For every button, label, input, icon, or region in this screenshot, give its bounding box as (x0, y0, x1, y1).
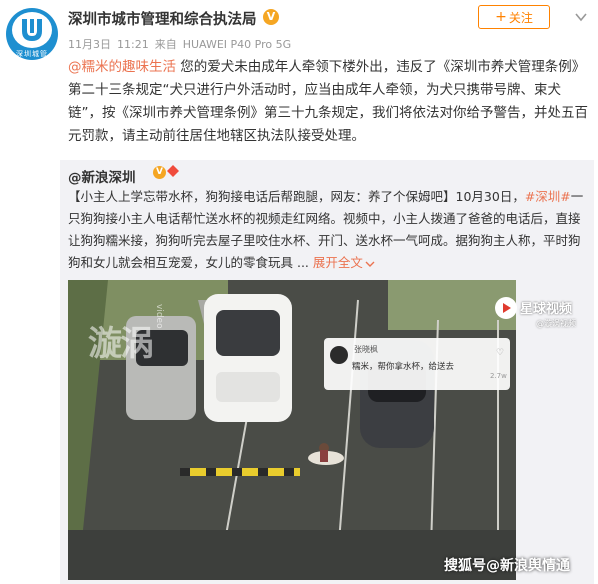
verified-icon: V (263, 9, 279, 25)
post-device[interactable]: HUAWEI P40 Pro 5G (183, 38, 291, 51)
chevron-down-icon[interactable] (574, 10, 588, 24)
post-time: 11:21 (117, 38, 149, 51)
video-player[interactable]: 漩涡 video 张晓枫 糯米，帮你拿水杯，给送去 ♡ 2.7w (68, 280, 516, 580)
plus-icon: + (495, 9, 507, 25)
repost-text: 【小主人上学忘带水杯，狗狗接电话后帮跑腿，网友：养了个保姆吧】10月30日，#深… (68, 186, 588, 274)
post-body: @糯米的趣味生活 您的爱犬未由成年人牵领下楼外出，违反了《深圳市养犬管理条例》第… (68, 56, 594, 148)
post-header: 深圳城管 深圳市城市管理和综合执法局 V 11月3日 11:21 来自 HUAWEI … (0, 0, 598, 60)
post-mention-link[interactable]: @糯米的趣味生活 (68, 59, 176, 75)
post-meta: 11月3日 11:21 来自 HUAWEI P40 Pro 5G (68, 36, 297, 52)
video-brand-title: 星球视频 (520, 302, 573, 317)
account-avatar[interactable]: 深圳城管 (6, 8, 58, 60)
avatar-tag: 深圳城管 (16, 50, 48, 58)
chevron-down-icon[interactable] (365, 259, 375, 269)
call-overlay: 张晓枫 糯米，帮你拿水杯，给送去 ♡ 2.7w (324, 338, 510, 390)
caller-avatar (330, 346, 348, 364)
repost-headline: 【小主人上学忘带水杯，狗狗接电话后帮跑腿，网友：养了个保姆吧】 (68, 189, 456, 204)
follow-label: 关注 (508, 10, 533, 25)
repost-date: 10月30日， (455, 189, 525, 204)
xuanwo-watermark-sub: video (154, 304, 164, 329)
account-name[interactable]: 深圳市城市管理和综合执法局 (68, 8, 257, 29)
city-management-logo-icon (22, 19, 42, 41)
verified-icon: V (153, 166, 166, 179)
xuanwo-watermark: 漩涡 (88, 324, 154, 364)
repost-card[interactable]: @新浪深圳 V 【小主人上学忘带水杯，狗狗接电话后帮跑腿，网友：养了个保姆吧】1… (60, 160, 594, 584)
call-message: 糯米，帮你拿水杯，给送去 (352, 362, 455, 372)
repost-hashtag-link[interactable]: #深圳# (525, 189, 571, 204)
post-source-prefix: 来自 (154, 38, 177, 51)
post-date: 11月3日 (68, 38, 111, 51)
caller-name: 张晓枫 (354, 345, 378, 354)
heart-icon: ♡ (496, 348, 505, 358)
call-like-count: 2.7w (490, 372, 507, 380)
repost-author-link[interactable]: @新浪深圳 (68, 166, 136, 186)
follow-button[interactable]: + 关注 (478, 5, 550, 29)
video-brand-sub: @漩涡视频 (536, 319, 576, 328)
play-logo-icon (495, 297, 517, 319)
red-diamond-icon (167, 165, 179, 177)
expand-full-text-link[interactable]: 展开全文 (313, 255, 363, 270)
sohu-watermark: 搜狐号@新浪舆情通 (444, 558, 570, 574)
